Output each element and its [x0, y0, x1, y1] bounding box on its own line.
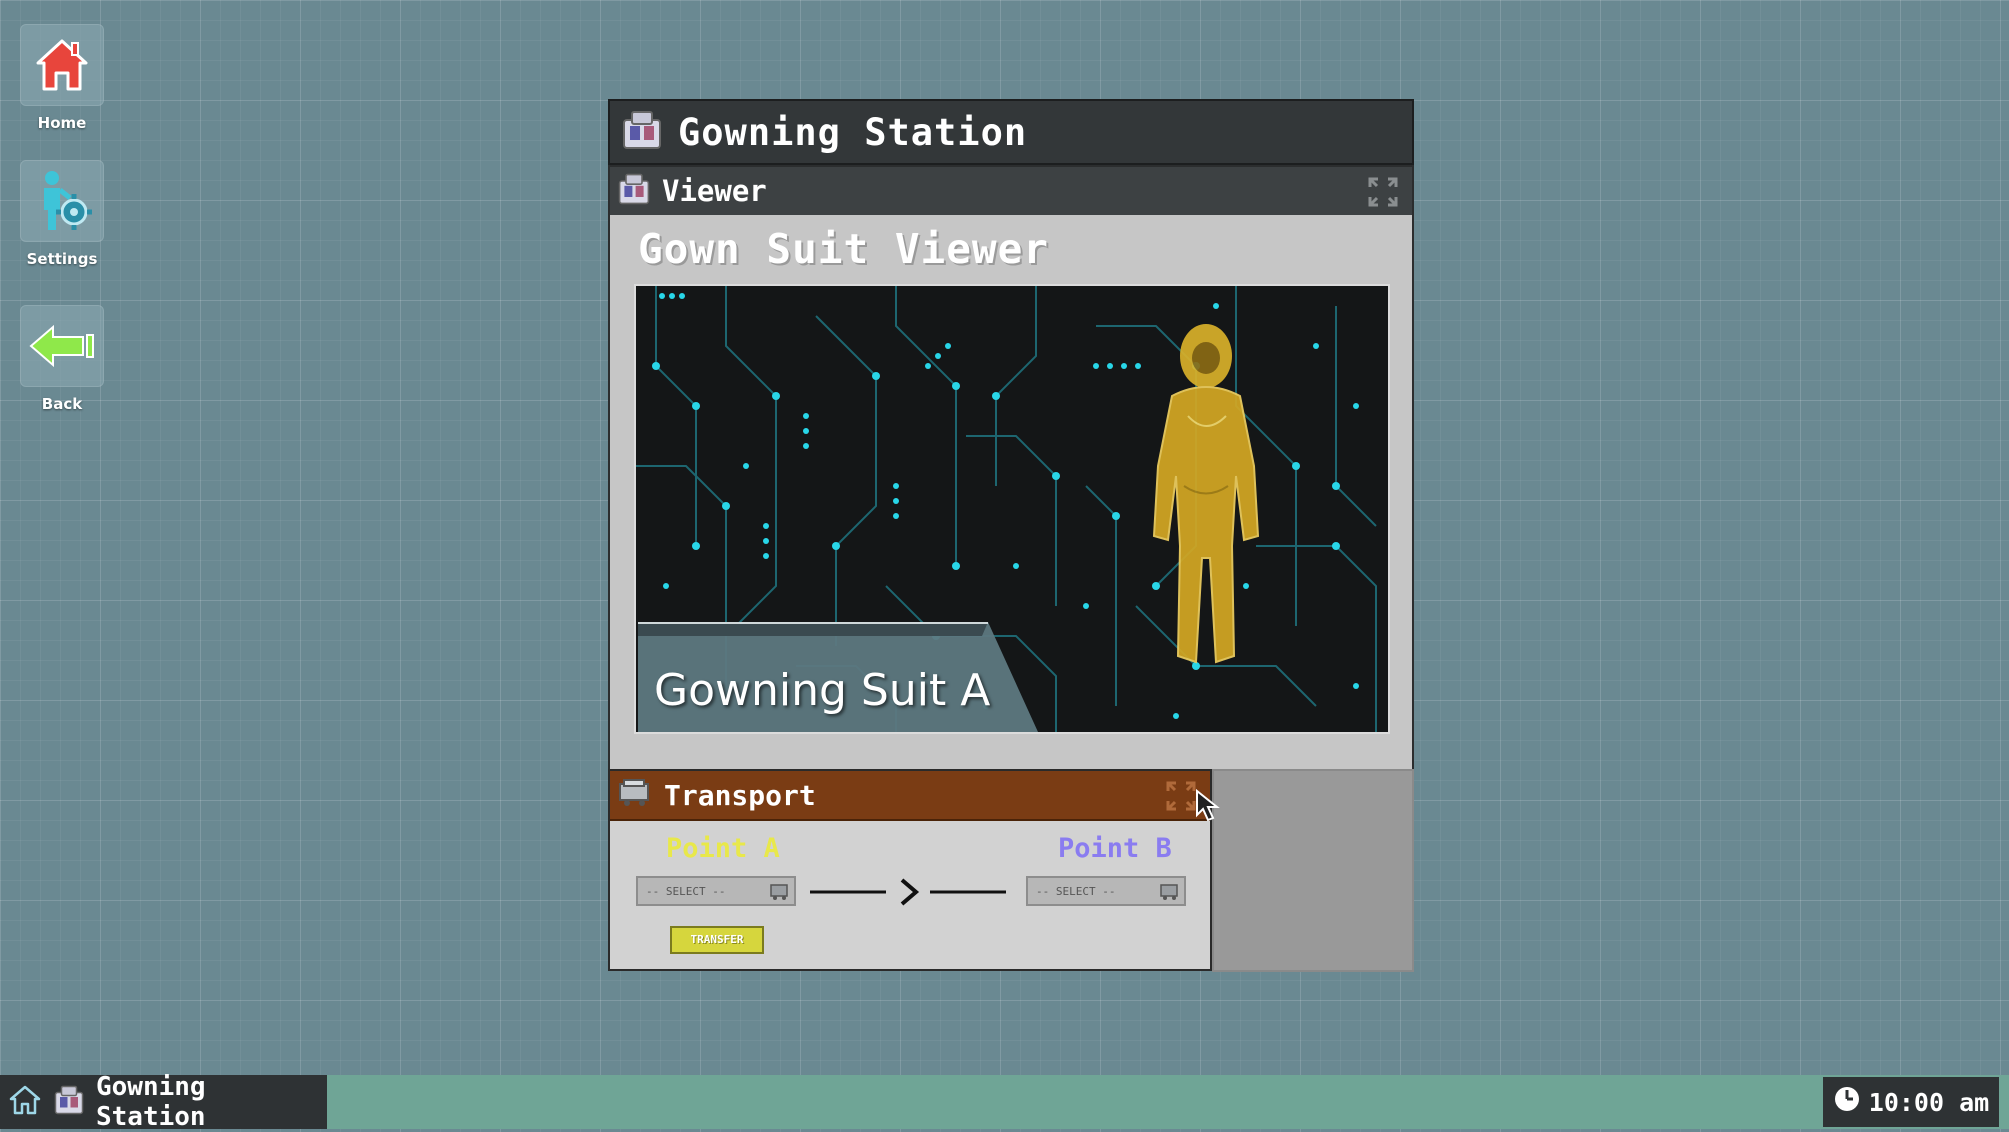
taskbar-clock[interactable]: 10:00 am: [1823, 1077, 1999, 1127]
transport-header[interactable]: Transport: [610, 771, 1210, 821]
mouse-cursor-icon: [1196, 789, 1220, 822]
taskbar-task-gowning-station[interactable]: Gowning Station: [0, 1072, 327, 1132]
viewer-header[interactable]: Viewer: [610, 167, 1412, 215]
cart-icon: [770, 882, 790, 903]
clock-icon: [1833, 1085, 1861, 1119]
desktop-icon-label: Back: [41, 395, 83, 413]
taskbar-task-title: Gowning Station: [96, 1072, 206, 1132]
desktop-icon-home[interactable]: Home: [18, 24, 106, 132]
taskbar: Gowning Station 10:00 am: [0, 1072, 2009, 1132]
transfer-direction-arrow-icon: [810, 878, 1006, 906]
point-a-label: Point A: [666, 833, 780, 864]
expand-icon[interactable]: [1166, 781, 1196, 811]
cart-icon: [1160, 882, 1180, 903]
window-title-bar[interactable]: Gowning Station: [608, 99, 1414, 165]
desktop-icon-settings[interactable]: Settings: [18, 160, 106, 268]
desktop-icon-label: Settings: [26, 250, 98, 268]
viewer-app-icon: [618, 173, 650, 209]
gowning-app-icon: [622, 110, 662, 154]
home-icon: [20, 24, 104, 106]
desktop-icon-label: Home: [37, 114, 87, 132]
viewer-header-title: Viewer: [662, 174, 767, 208]
transport-panel: Transport Point A Point B -- SELECT -- -…: [608, 769, 1212, 971]
point-b-select[interactable]: -- SELECT --: [1026, 876, 1186, 906]
transfer-button[interactable]: TRANSFER: [670, 926, 764, 954]
taskbar-home-icon[interactable]: [8, 1083, 42, 1121]
desktop-icon-back[interactable]: Back: [18, 305, 106, 413]
viewer-title: Gown Suit Viewer: [638, 225, 1049, 273]
transport-header-title: Transport: [664, 778, 816, 812]
back-arrow-icon: [20, 305, 104, 387]
clock-time: 10:00 am: [1868, 1087, 1990, 1117]
taskbar-app-icon: [54, 1085, 84, 1119]
expand-icon[interactable]: [1368, 177, 1398, 207]
point-b-select-value: -- SELECT --: [1036, 884, 1116, 898]
viewer-panel: Viewer Gown Suit Viewer Gowning Suit A: [608, 165, 1414, 868]
point-a-select-value: -- SELECT --: [646, 884, 726, 898]
window-title: Gowning Station: [678, 110, 1028, 154]
settings-person-gear-icon: [20, 160, 104, 242]
suit-name-label: Gowning Suit A: [654, 665, 991, 716]
empty-panel: [1212, 769, 1414, 972]
transport-cart-icon: [618, 778, 654, 812]
point-b-label: Point B: [1058, 833, 1172, 864]
point-a-select[interactable]: -- SELECT --: [636, 876, 796, 906]
suit-viewer-image: Gowning Suit A: [634, 284, 1390, 734]
